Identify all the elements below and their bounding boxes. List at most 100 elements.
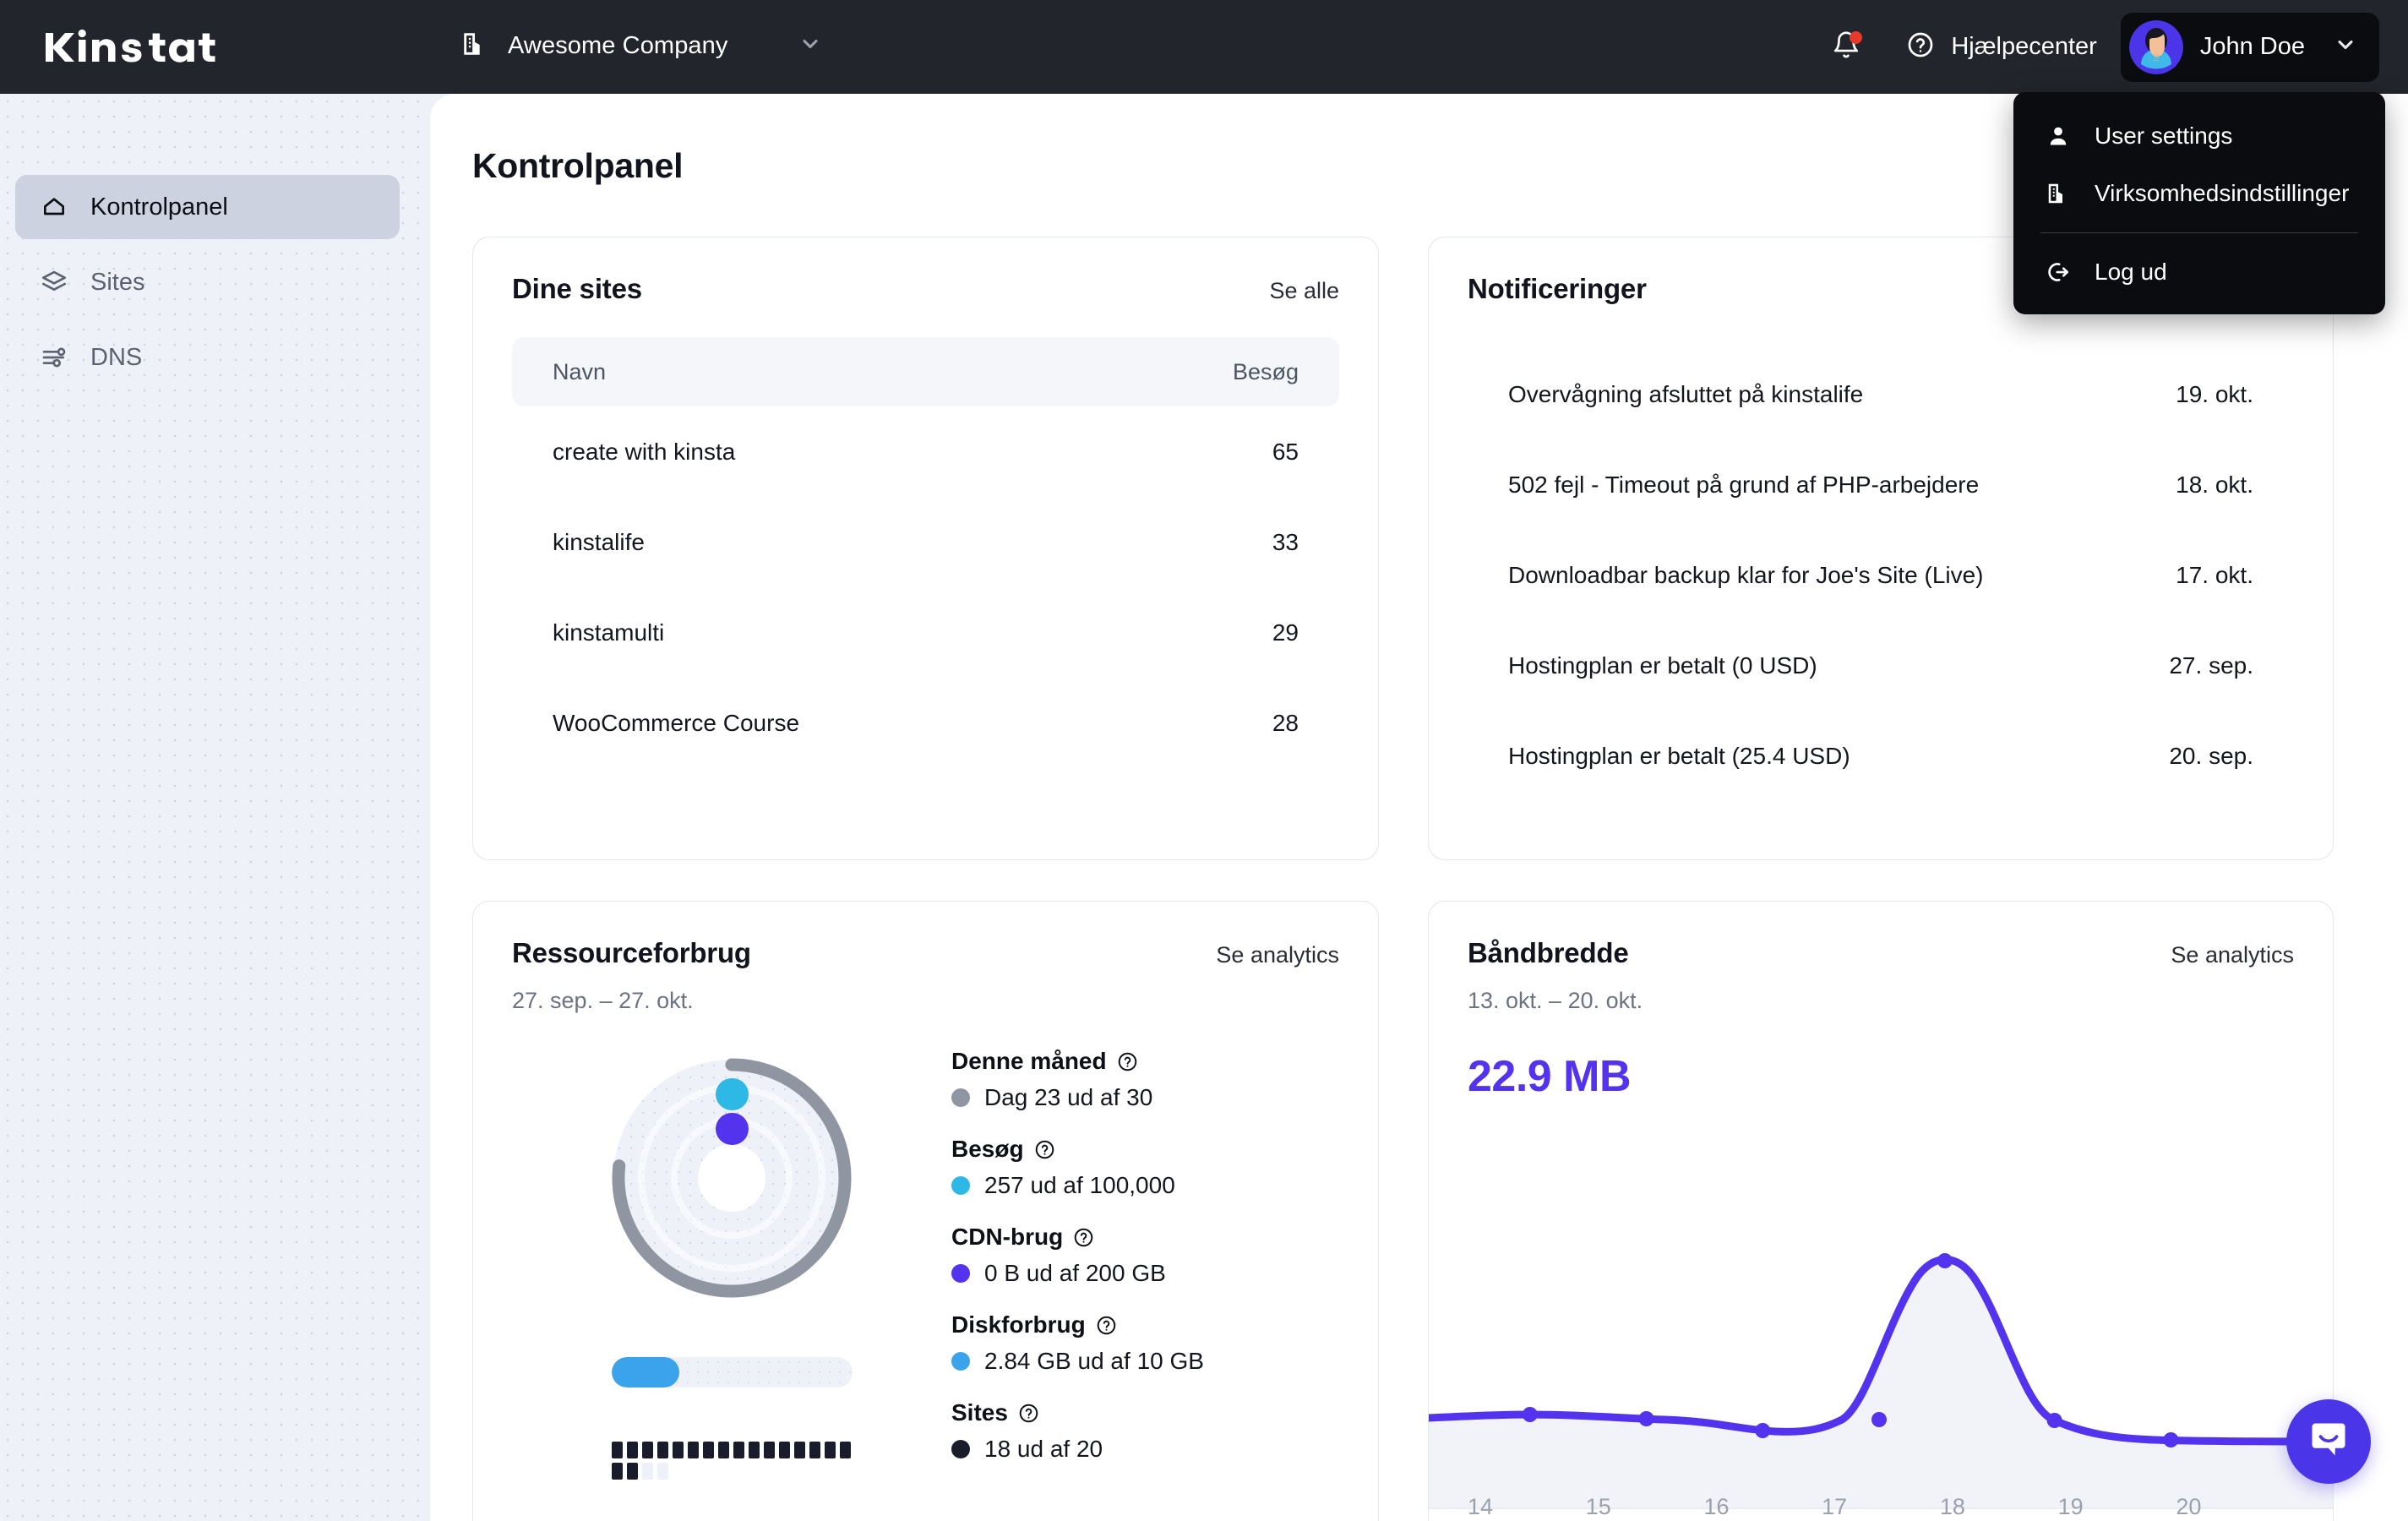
site-name: create with kinsta <box>553 439 735 466</box>
legend-value: 0 B ud af 200 GB <box>984 1260 1166 1287</box>
user-icon <box>2044 122 2073 150</box>
segment <box>703 1442 714 1458</box>
table-row[interactable]: create with kinsta 65 <box>512 406 1339 497</box>
menu-item-user-settings[interactable]: User settings <box>2013 107 2385 165</box>
legend-dot <box>951 1352 970 1371</box>
column-header-visits: Besøg <box>1233 359 1299 385</box>
segment <box>825 1442 836 1458</box>
disk-usage-progress-fill <box>612 1357 680 1387</box>
segment <box>749 1442 760 1458</box>
data-point <box>1871 1412 1887 1427</box>
sidebar-item-kontrolpanel[interactable]: Kontrolpanel <box>15 175 400 239</box>
resource-card-header: Ressourceforbrug Se analytics <box>512 937 1339 969</box>
menu-divider <box>2040 232 2358 233</box>
company-name: Awesome Company <box>508 32 727 60</box>
menu-item-label: Log ud <box>2095 259 2167 286</box>
segment <box>794 1442 805 1458</box>
notification-text: Overvågning afsluttet på kinstalife <box>1508 381 1863 408</box>
notification-date: 17. okt. <box>2176 562 2253 589</box>
legend-value: 18 ud af 20 <box>984 1436 1103 1463</box>
legend-label: CDN-brug <box>951 1224 1063 1251</box>
legend-group-cdn: CDN-brug 0 B ud af 200 GB <box>951 1224 1339 1287</box>
user-menu-button[interactable]: John Doe <box>2121 13 2379 82</box>
menu-item-logout[interactable]: Log ud <box>2013 243 2385 301</box>
table-row[interactable]: kinstalife 33 <box>512 497 1339 587</box>
segment-empty <box>642 1463 653 1480</box>
segment <box>673 1442 684 1458</box>
notification-date: 18. okt. <box>2176 472 2253 499</box>
notification-badge-dot <box>1850 31 1862 44</box>
legend-value-row: Dag 23 ud af 30 <box>951 1084 1339 1111</box>
legend-title: CDN-brug <box>951 1224 1339 1251</box>
legend-group-visits: Besøg 257 ud af 100,000 <box>951 1136 1339 1199</box>
bandwidth-date-range: 13. okt. – 20. okt. <box>1468 988 2294 1014</box>
sites-segment-bar <box>612 1442 853 1480</box>
segment <box>809 1442 820 1458</box>
legend-dot <box>951 1440 970 1458</box>
segment-empty <box>657 1463 668 1480</box>
segment <box>779 1442 790 1458</box>
sidebar-item-sites[interactable]: Sites <box>15 250 400 314</box>
home-icon <box>40 193 68 221</box>
table-row[interactable]: WooCommerce Course 28 <box>512 678 1339 768</box>
dashboard-grid: Dine sites Se alle Navn Besøg create wit… <box>472 237 2408 1521</box>
help-circle-icon[interactable] <box>1096 1315 1117 1336</box>
legend-value-row: 2.84 GB ud af 10 GB <box>951 1348 1339 1375</box>
help-circle-icon[interactable] <box>1034 1139 1055 1160</box>
data-point <box>2163 1432 2178 1447</box>
axis-tick: 20 <box>2176 1494 2294 1520</box>
list-item[interactable]: Hostingplan er betalt (25.4 USD) 20. sep… <box>1468 711 2294 801</box>
help-center-label: Hjælpecenter <box>1951 33 2096 61</box>
disk-usage-progress-bar <box>612 1357 853 1387</box>
sidebar-item-label: Sites <box>90 269 144 297</box>
cards-row-bottom: Ressourceforbrug Se analytics 27. sep. –… <box>472 901 2408 1521</box>
help-center-button[interactable]: Hjælpecenter <box>1906 30 2096 63</box>
legend-dot <box>951 1176 970 1195</box>
menu-item-label: Virksomhedsindstillinger <box>2095 180 2349 207</box>
help-circle-icon[interactable] <box>1073 1227 1094 1248</box>
resource-usage-card: Ressourceforbrug Se analytics 27. sep. –… <box>472 901 1379 1521</box>
sidebar-item-dns[interactable]: DNS <box>15 325 400 390</box>
legend-group-sites: Sites 18 ud af 20 <box>951 1399 1339 1463</box>
table-row[interactable]: kinstamulti 29 <box>512 587 1339 678</box>
menu-item-label: User settings <box>2095 123 2232 150</box>
bandwidth-see-analytics-link[interactable]: Se analytics <box>2171 942 2294 968</box>
notification-text: Hostingplan er betalt (0 USD) <box>1508 652 1817 679</box>
help-circle-icon <box>1906 30 1935 63</box>
notifications-bell-button[interactable] <box>1817 18 1876 77</box>
segment <box>642 1442 653 1458</box>
axis-tick: 19 <box>2058 1494 2176 1520</box>
segment <box>840 1442 851 1458</box>
notification-text: 502 fejl - Timeout på grund af PHP-arbej… <box>1508 472 1979 499</box>
menu-item-company-settings[interactable]: Virksomhedsindstillinger <box>2013 165 2385 222</box>
axis-tick: 17 <box>1822 1494 1940 1520</box>
chevron-down-icon <box>2334 33 2357 61</box>
legend-group-disk: Diskforbrug 2.84 GB ud af 10 GB <box>951 1311 1339 1375</box>
segment <box>688 1442 699 1458</box>
list-item[interactable]: 502 fejl - Timeout på grund af PHP-arbej… <box>1468 439 2294 530</box>
resource-visuals <box>512 1036 951 1487</box>
company-selector[interactable]: Awesome Company <box>445 19 837 73</box>
intercom-launcher-button[interactable] <box>2286 1399 2371 1484</box>
site-visits: 28 <box>1272 710 1299 737</box>
help-circle-icon[interactable] <box>1018 1403 1039 1424</box>
legend-value: Dag 23 ud af 30 <box>984 1084 1152 1111</box>
legend-label: Diskforbrug <box>951 1311 1086 1338</box>
axis-tick: 15 <box>1586 1494 1704 1520</box>
list-item[interactable]: Overvågning afsluttet på kinstalife 19. … <box>1468 349 2294 439</box>
list-item[interactable]: Hostingplan er betalt (0 USD) 27. sep. <box>1468 620 2294 711</box>
segment <box>627 1463 638 1480</box>
notification-text: Downloadbar backup klar for Joe's Site (… <box>1508 562 1984 589</box>
chevron-down-icon <box>798 32 822 60</box>
help-circle-icon[interactable] <box>1117 1051 1138 1072</box>
layers-icon <box>40 268 68 297</box>
legend-title: Sites <box>951 1399 1339 1426</box>
building-icon <box>460 30 489 63</box>
kinsta-logo[interactable] <box>44 28 226 67</box>
sites-card-title: Dine sites <box>512 273 642 305</box>
list-item[interactable]: Downloadbar backup klar for Joe's Site (… <box>1468 530 2294 620</box>
resource-see-analytics-link[interactable]: Se analytics <box>1216 942 1339 968</box>
segment <box>612 1442 623 1458</box>
sites-see-all-link[interactable]: Se alle <box>1269 278 1339 304</box>
building-icon <box>2044 179 2073 208</box>
